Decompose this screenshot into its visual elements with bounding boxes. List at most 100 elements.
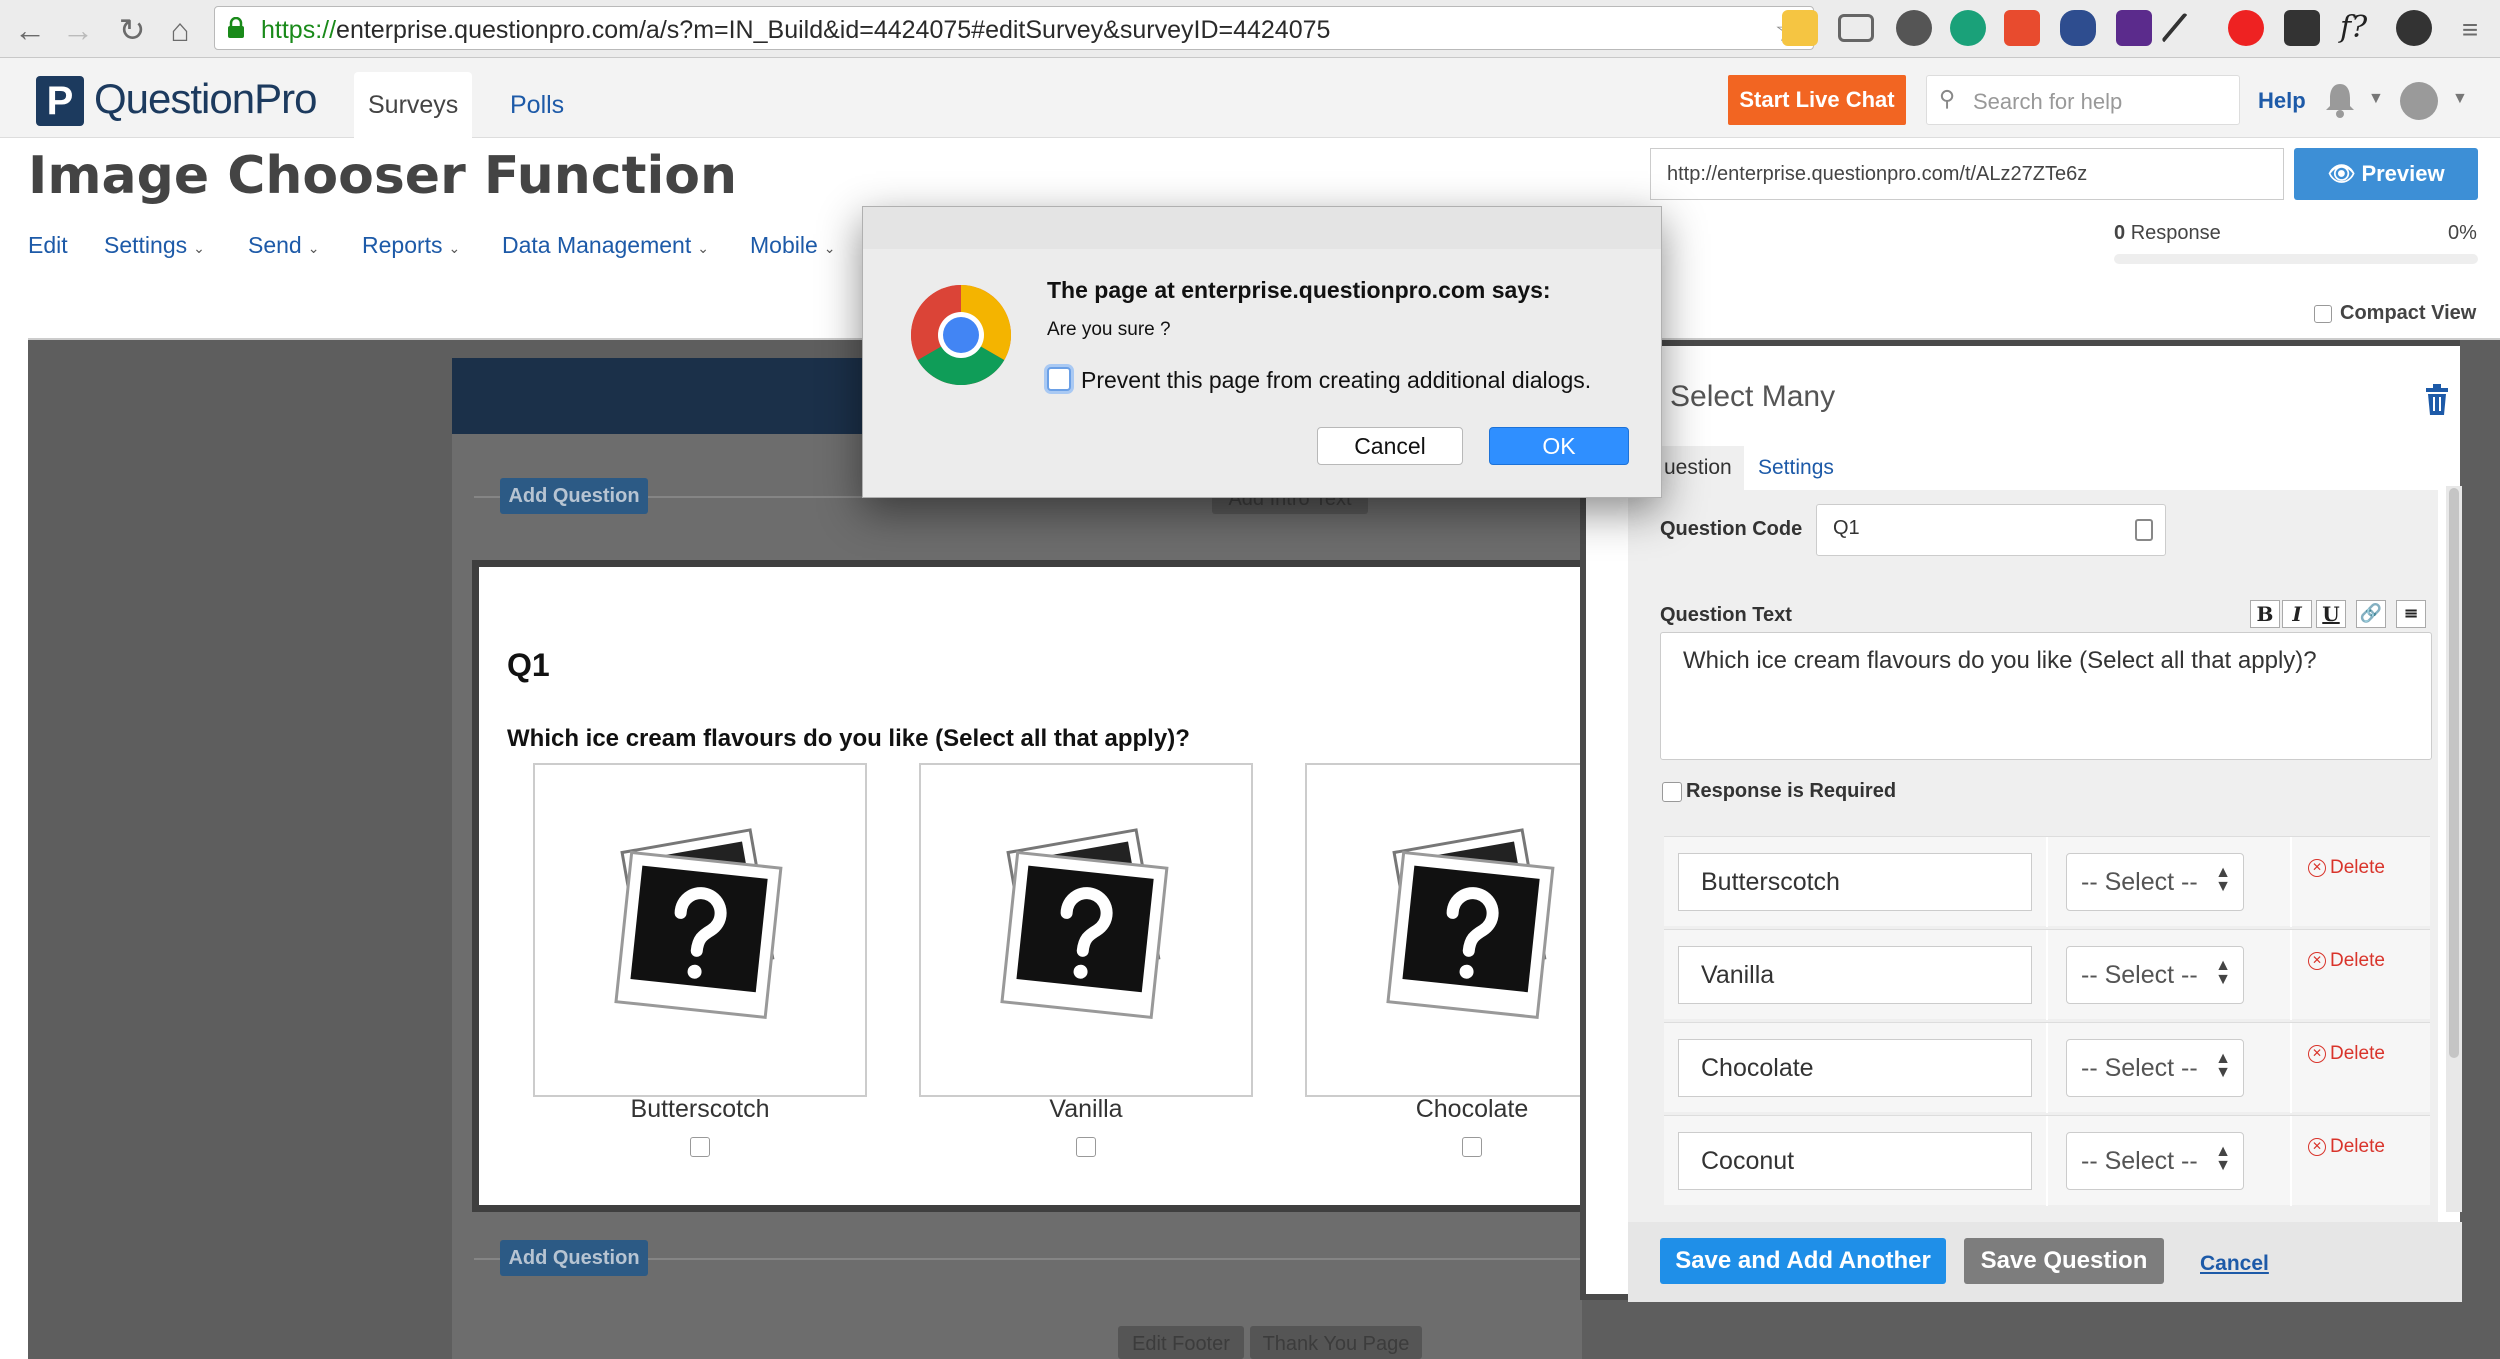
save-and-add-another-button[interactable]: Save and Add Another <box>1660 1238 1946 1284</box>
select-value: -- Select -- <box>2081 868 2198 896</box>
image-option-checkbox[interactable] <box>1076 1137 1096 1157</box>
align-center-icon[interactable]: ≡ <box>2396 600 2426 628</box>
thank-you-page-button[interactable]: Thank You Page <box>1250 1326 1422 1359</box>
tab-polls[interactable]: Polls <box>496 72 578 138</box>
forward-arrow-icon[interactable]: → <box>58 10 98 50</box>
formula-icon[interactable]: f? <box>2340 10 2376 46</box>
subnav-mobile[interactable]: Mobile ⌄ <box>750 232 836 259</box>
image-option-tile[interactable] <box>533 763 867 1097</box>
question-code-input[interactable]: Q1 <box>1816 504 2166 556</box>
home-icon[interactable]: ⌂ <box>160 10 200 50</box>
subnav-label: Mobile <box>750 232 818 258</box>
question-card[interactable]: Q1 Which ice cream flavours do you like … <box>472 560 1639 1212</box>
answer-input[interactable]: Vanilla <box>1678 946 2032 1004</box>
help-link[interactable]: Help <box>2258 88 2306 114</box>
question-number: Q1 <box>507 647 550 683</box>
start-live-chat-button[interactable]: Start Live Chat <box>1728 75 1906 125</box>
subnav-edit[interactable]: Edit <box>28 232 68 259</box>
subnav-data-management[interactable]: Data Management ⌄ <box>502 232 709 259</box>
save-question-button[interactable]: Save Question <box>1964 1238 2164 1284</box>
chevron-down-icon: ⌄ <box>697 240 709 256</box>
delete-answer-link[interactable]: ✕ Delete <box>2308 857 2385 879</box>
cast-icon[interactable] <box>1838 14 1874 42</box>
select-arrows-icon: ▲ ▼ <box>2215 1143 2231 1174</box>
add-question-button[interactable]: Add Question <box>500 478 648 514</box>
extension-m-icon[interactable] <box>2116 10 2152 46</box>
stack-icon[interactable] <box>2284 10 2320 46</box>
back-arrow-icon[interactable]: ← <box>10 10 50 50</box>
underline-button[interactable]: U <box>2316 600 2346 628</box>
color-wheel-icon[interactable] <box>2396 10 2432 46</box>
dialog-ok-button[interactable]: OK <box>1489 427 1629 465</box>
delete-answer-link[interactable]: ✕ Delete <box>2308 1136 2385 1158</box>
answer-select[interactable]: -- Select -- ▲ ▼ <box>2066 1132 2244 1190</box>
compact-view-checkbox[interactable] <box>2314 304 2332 323</box>
tab-settings[interactable]: Settings <box>1746 446 1846 490</box>
subnav-label: Send <box>248 232 302 258</box>
column-separator <box>2290 1023 2292 1113</box>
compact-view-toggle[interactable]: Compact View <box>2314 302 2476 325</box>
dialog-titlebar <box>863 207 1661 249</box>
add-question-button[interactable]: Add Question <box>500 1240 648 1276</box>
edit-footer-button[interactable]: Edit Footer <box>1118 1326 1244 1359</box>
bell-icon[interactable] <box>2320 80 2360 120</box>
search-help-input[interactable]: ⚲ Search for help <box>1926 75 2240 125</box>
answer-select[interactable]: -- Select -- ▲ ▼ <box>2066 1039 2244 1097</box>
survey-url-field[interactable]: http://enterprise.questionpro.com/t/ALz2… <box>1650 148 2284 200</box>
image-option-tile[interactable] <box>919 763 1253 1097</box>
dialog-message: Are you sure ? <box>1047 319 1171 340</box>
question-text-textarea[interactable]: Which ice cream flavours do you like (Se… <box>1660 632 2432 760</box>
chevron-down-icon[interactable]: ▼ <box>2452 90 2468 108</box>
eyedropper-icon[interactable] <box>2161 12 2189 44</box>
column-separator <box>2046 930 2048 1020</box>
lock-icon <box>228 17 244 38</box>
opera-icon[interactable] <box>2228 10 2264 46</box>
link-icon[interactable]: 🔗 <box>2356 600 2386 628</box>
subnav-label: Settings <box>104 232 188 258</box>
preview-button[interactable]: 👁 Preview <box>2294 148 2478 200</box>
delete-answer-link[interactable]: ✕ Delete <box>2308 1043 2385 1065</box>
prevent-dialogs-checkbox[interactable] <box>1047 367 1071 391</box>
extension-k-icon[interactable] <box>2004 10 2040 46</box>
column-separator <box>2290 1116 2292 1206</box>
close-circle-icon: ✕ <box>2308 1137 2326 1156</box>
delete-label: Delete <box>2330 857 2385 878</box>
extension-mouse-icon[interactable] <box>2060 10 2096 46</box>
select-arrows-icon: ▲ ▼ <box>2215 957 2231 988</box>
extension-green-icon[interactable] <box>1950 10 1986 46</box>
subnav-settings[interactable]: Settings ⌄ <box>104 232 205 259</box>
address-bar[interactable]: https://enterprise.questionpro.com/a/s?m… <box>214 6 1814 50</box>
subnav-reports[interactable]: Reports ⌄ <box>362 232 460 259</box>
subnav-send[interactable]: Send ⌄ <box>248 232 319 259</box>
evernote-icon[interactable] <box>1896 10 1932 46</box>
chevron-down-icon: ⌄ <box>448 240 461 256</box>
scrollbar-thumb[interactable] <box>2449 488 2459 1058</box>
delete-answer-link[interactable]: ✕ Delete <box>2308 950 2385 972</box>
reload-icon[interactable]: ↻ <box>112 10 152 50</box>
answer-select[interactable]: -- Select -- ▲ ▼ <box>2066 853 2244 911</box>
bold-button[interactable]: B <box>2250 600 2280 628</box>
italic-button[interactable]: I <box>2282 600 2312 628</box>
tab-surveys[interactable]: Surveys <box>354 72 473 138</box>
avatar[interactable] <box>2400 82 2438 120</box>
search-placeholder: Search for help <box>1973 89 2123 114</box>
image-option-checkbox[interactable] <box>690 1137 710 1157</box>
extension-icon[interactable] <box>1782 10 1818 46</box>
answer-input[interactable]: Coconut <box>1678 1132 2032 1190</box>
cancel-link[interactable]: Cancel <box>2200 1252 2269 1276</box>
image-option-checkbox[interactable] <box>1462 1137 1482 1157</box>
answer-input[interactable]: Butterscotch <box>1678 853 2032 911</box>
menu-icon[interactable]: ≡ <box>2450 10 2490 50</box>
tab-question[interactable]: uestion <box>1652 446 1744 490</box>
page-title: Image Chooser Function <box>28 146 738 206</box>
dialog-cancel-button[interactable]: Cancel <box>1317 427 1463 465</box>
response-required-checkbox[interactable] <box>1662 782 1682 802</box>
answer-input[interactable]: Chocolate <box>1678 1039 2032 1097</box>
chevron-down-icon[interactable]: ▼ <box>2368 90 2384 108</box>
answer-select[interactable]: -- Select -- ▲ ▼ <box>2066 946 2244 1004</box>
close-circle-icon: ✕ <box>2308 1044 2326 1063</box>
column-separator <box>2046 837 2048 927</box>
trash-icon[interactable] <box>2424 384 2450 416</box>
prevent-dialogs-label[interactable]: Prevent this page from creating addition… <box>1081 367 1591 394</box>
column-separator <box>2290 837 2292 927</box>
